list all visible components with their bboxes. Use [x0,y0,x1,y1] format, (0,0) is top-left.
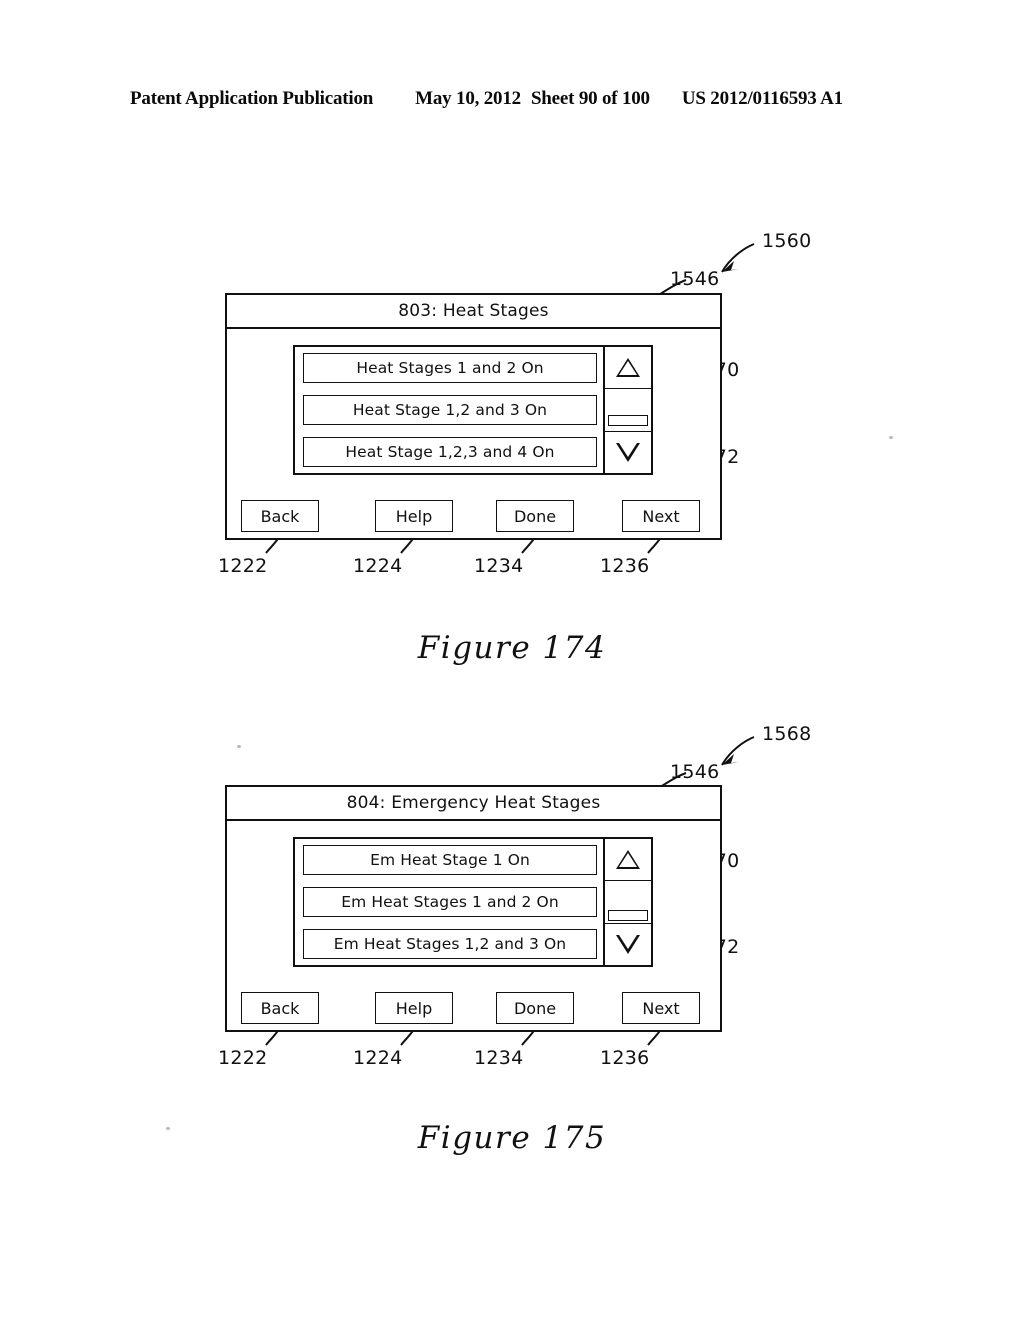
dialog-button-row: Back Help Done Next [241,500,710,532]
ref-screen-1568: 1568 [762,723,812,745]
ref-next-button-1236: 1236 [600,1047,650,1069]
figure-175: 1568 1546 1570 1572 1574 1270 1272 1222 … [0,715,1024,1185]
scrollbar[interactable] [603,347,651,473]
done-button[interactable]: Done [496,992,574,1024]
ref-titlebar-1546: 1546 [670,268,720,290]
figure-caption: Figure 175 [417,1120,607,1156]
scrollbar[interactable] [603,839,651,965]
triangle-down-icon [616,443,640,462]
scroll-up-button[interactable] [605,839,651,881]
header-patent-number: US 2012/0116593 A1 [681,88,843,109]
ref-back-button-1222: 1222 [218,555,268,577]
list-item[interactable]: Heat Stages 1 and 2 On [303,353,597,383]
back-button[interactable]: Back [241,500,319,532]
figure-174: 1560 1546 1562 1564 1566 1270 1272 1222 … [0,225,1024,685]
scrollbar-thumb[interactable] [608,415,648,427]
scan-speck [889,436,893,439]
help-button[interactable]: Help [375,992,453,1024]
dialog-titlebar: 803: Heat Stages [227,295,720,329]
header-publication-label: Patent Application Publication [130,88,374,109]
figure-caption: Figure 174 [417,630,607,666]
ref-back-button-1222: 1222 [218,1047,268,1069]
listbox-container: Heat Stages 1 and 2 On Heat Stage 1,2 an… [293,345,653,475]
listbox-container: Em Heat Stage 1 On Em Heat Stages 1 and … [293,837,653,967]
dialog-title: 804: Emergency Heat Stages [346,793,601,813]
dialog-titlebar: 804: Emergency Heat Stages [227,787,720,821]
header-sheet-label: Sheet 90 of 100 [530,88,650,109]
list-item[interactable]: Heat Stage 1,2 and 3 On [303,395,597,425]
list-item[interactable]: Em Heat Stage 1 On [303,845,597,875]
next-button[interactable]: Next [622,500,700,532]
page-header: Patent Application Publication May 10, 2… [130,88,890,114]
scan-speck [237,745,241,748]
list-item[interactable]: Heat Stage 1,2,3 and 4 On [303,437,597,467]
ref-titlebar-1546: 1546 [670,761,720,783]
help-button[interactable]: Help [375,500,453,532]
ref-next-button-1236: 1236 [600,555,650,577]
header-date-label: May 10, 2012 [415,88,521,109]
list-item[interactable]: Em Heat Stages 1 and 2 On [303,887,597,917]
scrollbar-thumb[interactable] [608,909,648,921]
scroll-down-button[interactable] [605,431,651,473]
dialog-body: Em Heat Stage 1 On Em Heat Stages 1 and … [227,821,720,1032]
done-button[interactable]: Done [496,500,574,532]
ref-screen-1560: 1560 [762,230,812,252]
listbox[interactable]: Em Heat Stage 1 On Em Heat Stages 1 and … [295,839,603,965]
scrollbar-track[interactable] [605,881,651,923]
dialog-body: Heat Stages 1 and 2 On Heat Stage 1,2 an… [227,329,720,540]
ref-help-button-1224: 1224 [353,1047,403,1069]
emergency-heat-stages-dialog: 804: Emergency Heat Stages Em Heat Stage… [225,785,722,1032]
triangle-up-icon [616,358,640,377]
listbox[interactable]: Heat Stages 1 and 2 On Heat Stage 1,2 an… [295,347,603,473]
dialog-title: 803: Heat Stages [398,301,549,321]
heat-stages-dialog: 803: Heat Stages Heat Stages 1 and 2 On … [225,293,722,540]
triangle-down-icon [616,935,640,954]
dialog-button-row: Back Help Done Next [241,992,710,1024]
scrollbar-track[interactable] [605,389,651,431]
ref-help-button-1224: 1224 [353,555,403,577]
scroll-up-button[interactable] [605,347,651,389]
scroll-down-button[interactable] [605,923,651,965]
ref-done-button-1234: 1234 [474,1047,524,1069]
next-button[interactable]: Next [622,992,700,1024]
triangle-up-icon [616,850,640,869]
list-item[interactable]: Em Heat Stages 1,2 and 3 On [303,929,597,959]
back-button[interactable]: Back [241,992,319,1024]
scan-speck [166,1127,170,1130]
ref-done-button-1234: 1234 [474,555,524,577]
